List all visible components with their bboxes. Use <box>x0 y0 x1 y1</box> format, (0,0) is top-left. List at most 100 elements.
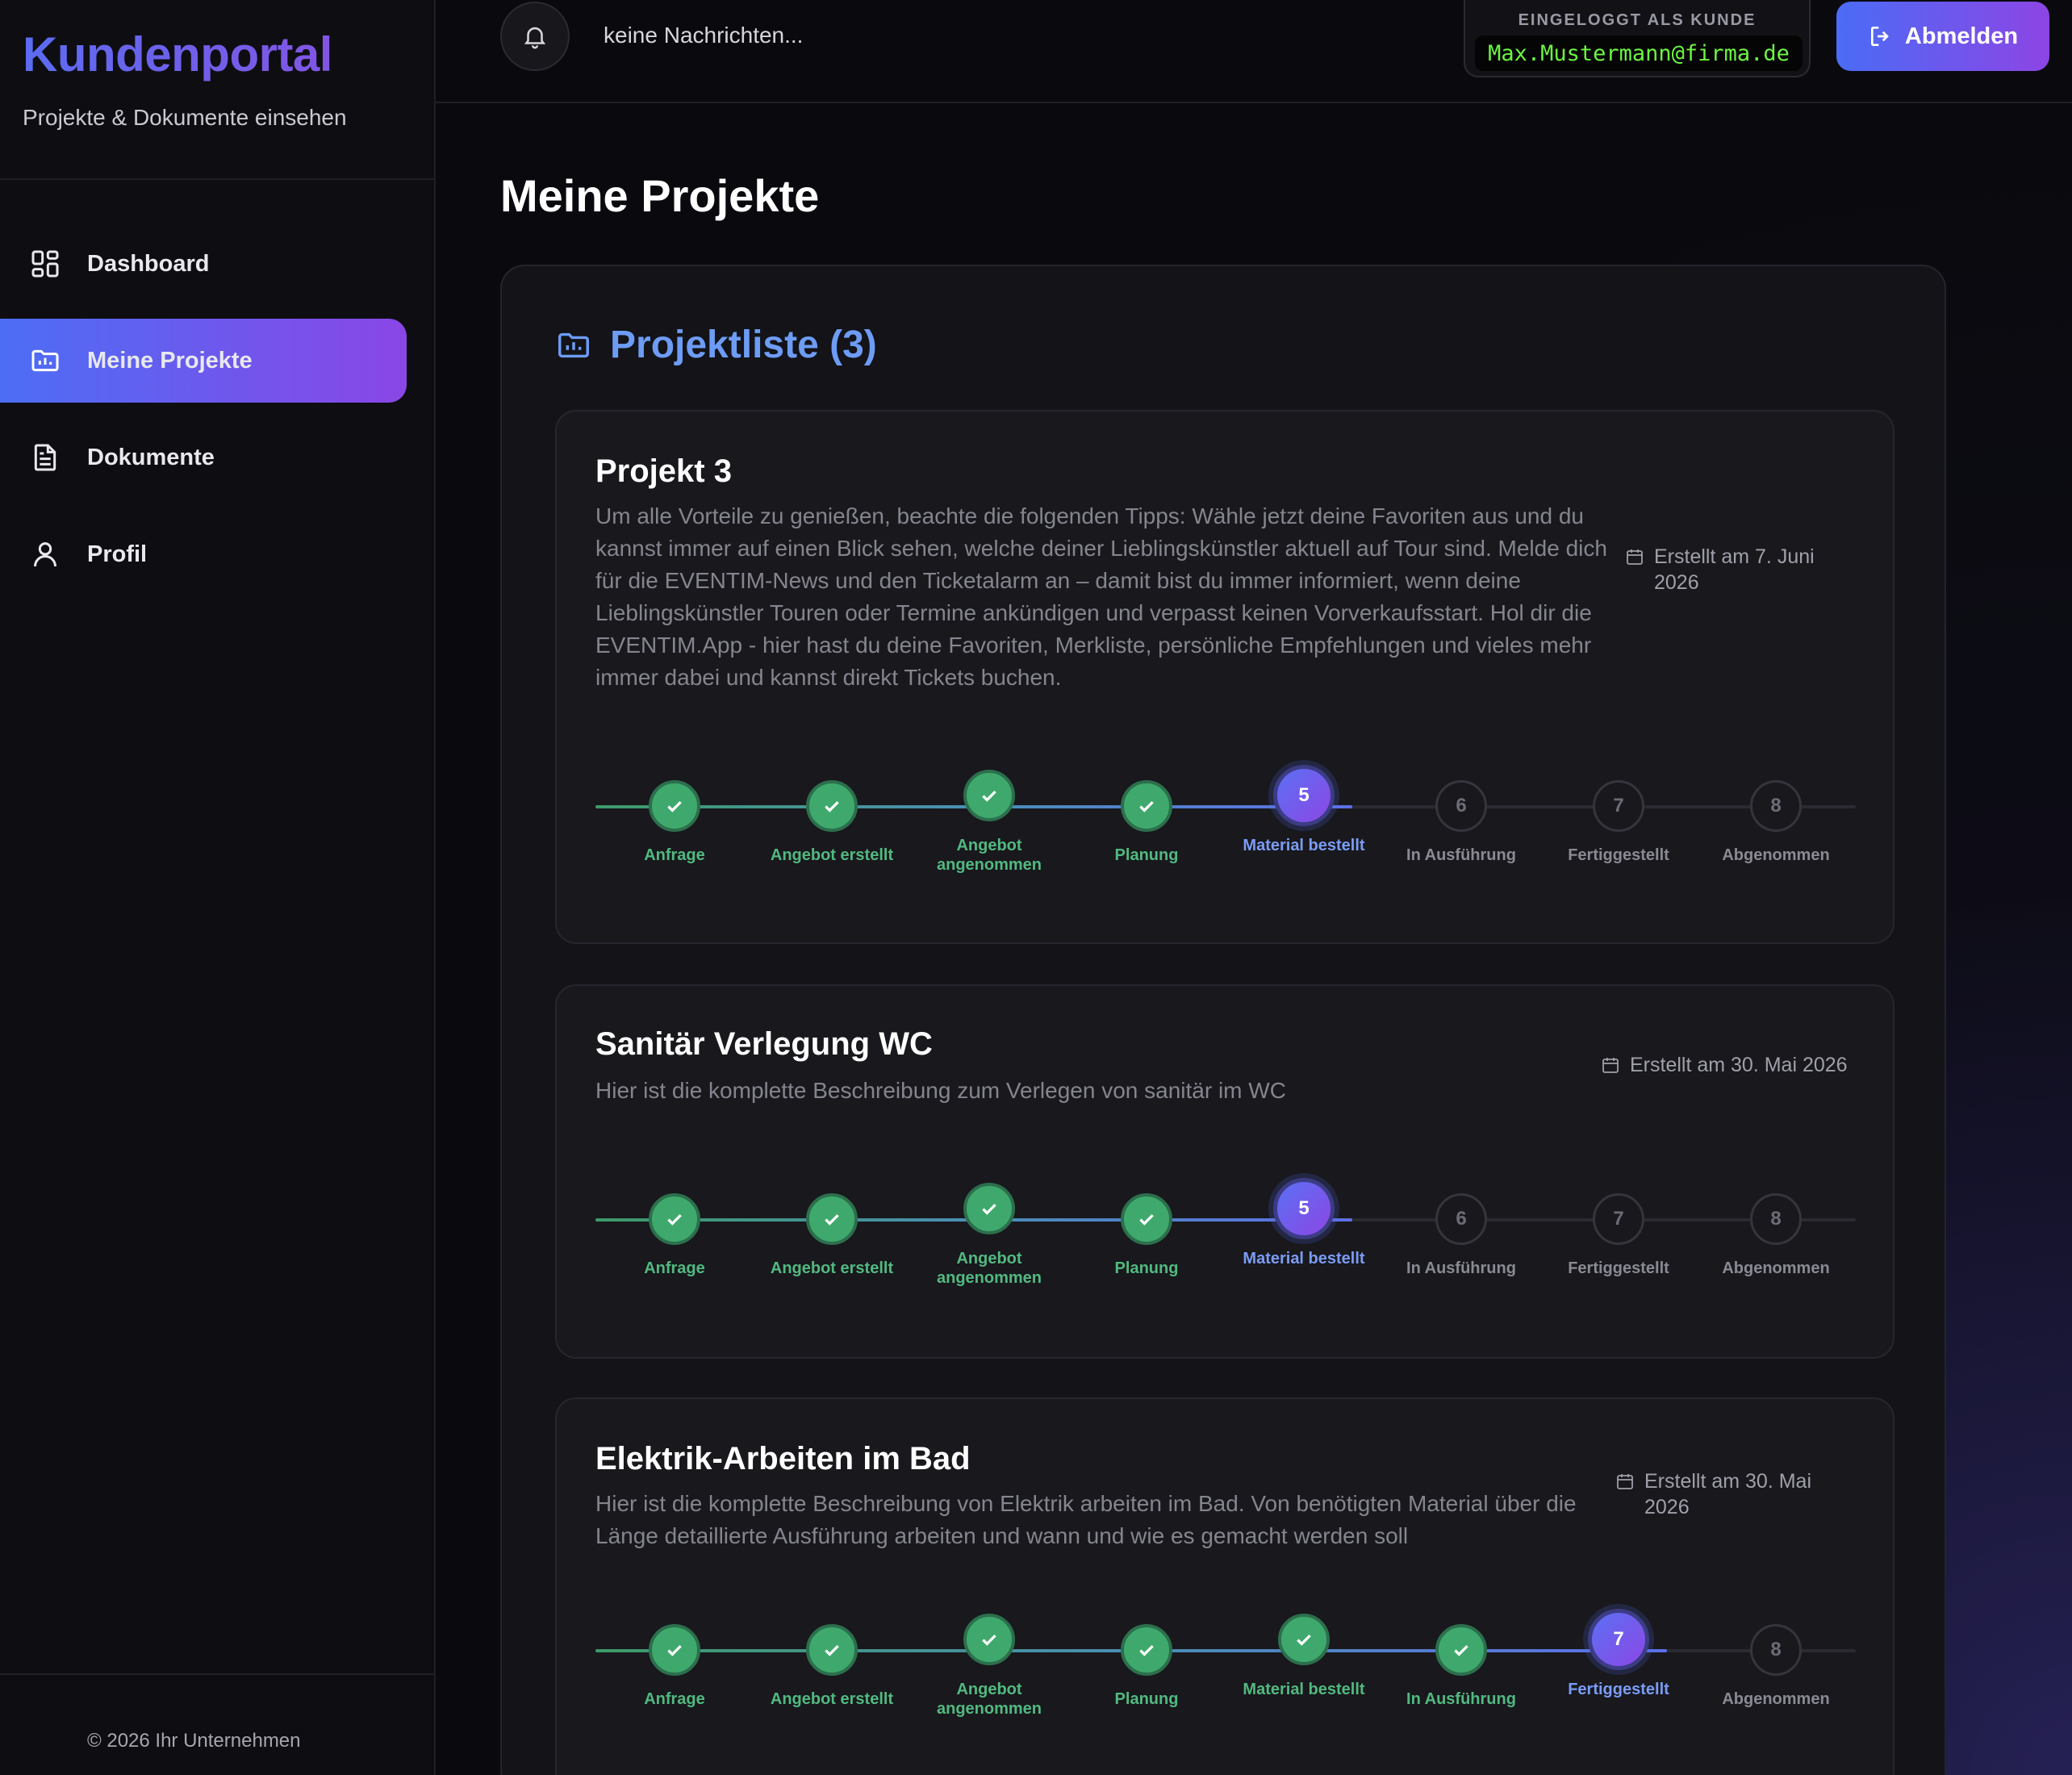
step-check-icon <box>963 770 1015 821</box>
step-label: Planung <box>1114 1259 1179 1277</box>
step-label: In Ausführung <box>1406 1690 1516 1708</box>
step-label: Abgenommen <box>1722 1259 1830 1277</box>
step-label: Material bestellt <box>1243 1250 1365 1268</box>
step-check-icon <box>649 1624 700 1676</box>
step-number: 8 <box>1750 1193 1802 1245</box>
step-label: Planung <box>1114 846 1179 864</box>
step-number: 7 <box>1588 1609 1649 1670</box>
progress-stepper: Anfrage Angebot erstellt Angebot angenomme… <box>595 765 1856 896</box>
logout-button[interactable]: Abmelden <box>1836 2 2049 71</box>
sidebar-item-label: Meine Projekte <box>87 347 253 374</box>
step-check-icon <box>806 780 858 832</box>
step-label: Abgenommen <box>1722 846 1830 864</box>
logout-icon <box>1870 27 1889 46</box>
project-date-text: Erstellt am 30. Mai 2026 <box>1630 1054 1848 1076</box>
calendar-icon <box>1617 1474 1633 1489</box>
progress-stepper: Anfrage Angebot erstellt Angebot angenomme… <box>595 1178 1856 1309</box>
step-number: 7 <box>1593 1193 1644 1245</box>
step-label: In Ausführung <box>1406 1259 1516 1277</box>
project-date-text: Erstellt am 7. Juni 2026 <box>1654 545 1815 594</box>
step-check-icon <box>963 1614 1015 1665</box>
sidebar-item-label: Dashboard <box>87 250 210 277</box>
grid-icon <box>29 248 61 280</box>
notification-text: keine Nachrichten... <box>604 23 804 48</box>
sidebar-nav: Dashboard Meine Projekte Dokumente Profi… <box>0 180 434 596</box>
brand-title: Kundenportal <box>23 24 411 86</box>
step-number: 7 <box>1593 780 1644 832</box>
step-number: 8 <box>1750 1624 1802 1676</box>
step-number: 5 <box>1273 1178 1335 1239</box>
step-check-icon <box>649 1193 700 1245</box>
project-card[interactable]: Projekt 3 Um alle Vorteile zu genießen, … <box>555 410 1894 944</box>
main-content: keine Nachrichten... EINGELOGGT ALS KUND… <box>436 0 2072 1775</box>
user-label: EINGELOGGT ALS KUNDE <box>1518 11 1757 29</box>
step-check-icon <box>806 1624 858 1676</box>
project-card[interactable]: Elektrik-Arbeiten im Bad Hier ist die ko… <box>555 1397 1894 1775</box>
step-label: In Ausführung <box>1406 846 1516 864</box>
step-label: Angebot angenommen <box>936 837 1042 874</box>
panel-heading: Projektliste (3) <box>555 323 877 367</box>
project-title: Projekt 3 <box>595 453 732 489</box>
step-label: Anfrage <box>644 1259 705 1277</box>
step-check-icon <box>1121 780 1172 832</box>
step-label: Angebot angenommen <box>936 1250 1042 1287</box>
sidebar-item-label: Profil <box>87 541 148 567</box>
folder-chart-icon <box>558 332 589 357</box>
progress-stepper: Anfrage Angebot erstellt Angebot angenomme… <box>595 1609 1856 1740</box>
step-check-icon <box>806 1193 858 1245</box>
step-label: Material bestellt <box>1243 837 1365 854</box>
project-date: Erstellt am 30. Mai 2026 <box>1615 1468 1849 1520</box>
brand: Kundenportal Projekte & Dokumente einseh… <box>0 0 434 180</box>
project-date: Erstellt am 30. Mai 2026 <box>1601 1052 1875 1078</box>
step-number: 6 <box>1435 1193 1487 1245</box>
project-card[interactable]: Sanitär Verlegung WC Hier ist die komple… <box>555 984 1894 1359</box>
project-description: Hier ist die komplette Beschreibung zum … <box>595 1078 1286 1103</box>
brand-subtitle: Projekte & Dokumente einsehen <box>23 105 347 130</box>
step-label: Material bestellt <box>1243 1681 1365 1698</box>
sidebar-item-meine-projekte[interactable]: Meine Projekte <box>0 319 407 403</box>
calendar-icon <box>1627 549 1643 565</box>
project-date: Erstellt am 7. Juni 2026 <box>1625 544 1851 595</box>
user-info: EINGELOGGT ALS KUNDE Max.Mustermann@firm… <box>1464 0 1811 77</box>
project-description: Um alle Vorteile zu genießen, beachte di… <box>595 503 1607 690</box>
user-email: Max.Mustermann@firma.de <box>1475 36 1803 71</box>
sidebar-item-profil[interactable]: Profil <box>0 512 408 596</box>
sidebar: Kundenportal Projekte & Dokumente einseh… <box>0 0 436 1775</box>
step-number: 8 <box>1750 780 1802 832</box>
step-number: 6 <box>1435 780 1487 832</box>
bell-icon <box>524 27 546 49</box>
user-icon <box>29 538 61 570</box>
step-label: Anfrage <box>644 846 705 864</box>
document-icon <box>29 441 61 474</box>
sidebar-footer: © 2026 Ihr Unternehmen <box>0 1673 436 1775</box>
project-date-text: Erstellt am 30. Mai 2026 <box>1644 1470 1812 1518</box>
project-title: Elektrik-Arbeiten im Bad <box>595 1441 971 1476</box>
step-check-icon <box>1121 1624 1172 1676</box>
step-label: Fertiggestellt <box>1568 846 1669 864</box>
step-check-icon <box>1435 1624 1487 1676</box>
step-label: Anfrage <box>644 1690 705 1708</box>
step-check-icon <box>649 780 700 832</box>
project-title: Sanitär Verlegung WC <box>595 1026 933 1062</box>
project-description: Hier ist die komplette Beschreibung von … <box>595 1491 1577 1548</box>
step-label: Fertiggestellt <box>1568 1259 1669 1277</box>
folder-chart-icon <box>29 345 61 377</box>
step-label: Angebot erstellt <box>770 846 894 864</box>
sidebar-item-dashboard[interactable]: Dashboard <box>0 222 408 306</box>
step-check-icon <box>1121 1193 1172 1245</box>
sidebar-item-label: Dokumente <box>87 444 215 470</box>
topbar: keine Nachrichten... EINGELOGGT ALS KUND… <box>436 0 2072 103</box>
page-title: Meine Projekte <box>500 170 820 221</box>
step-number: 5 <box>1273 765 1335 826</box>
step-check-icon <box>963 1183 1015 1234</box>
logout-label: Abmelden <box>1904 23 2019 49</box>
project-list-panel: Projektliste (3) Projekt 3 Um alle Vorte… <box>500 265 1946 1775</box>
step-label: Angebot erstellt <box>770 1690 894 1708</box>
step-label: Angebot erstellt <box>770 1259 894 1277</box>
calendar-icon <box>1602 1058 1619 1073</box>
notification-button[interactable] <box>500 2 570 71</box>
step-check-icon <box>1278 1614 1330 1665</box>
step-label: Planung <box>1114 1690 1179 1708</box>
sidebar-item-dokumente[interactable]: Dokumente <box>0 416 408 499</box>
step-label: Angebot angenommen <box>936 1681 1042 1718</box>
